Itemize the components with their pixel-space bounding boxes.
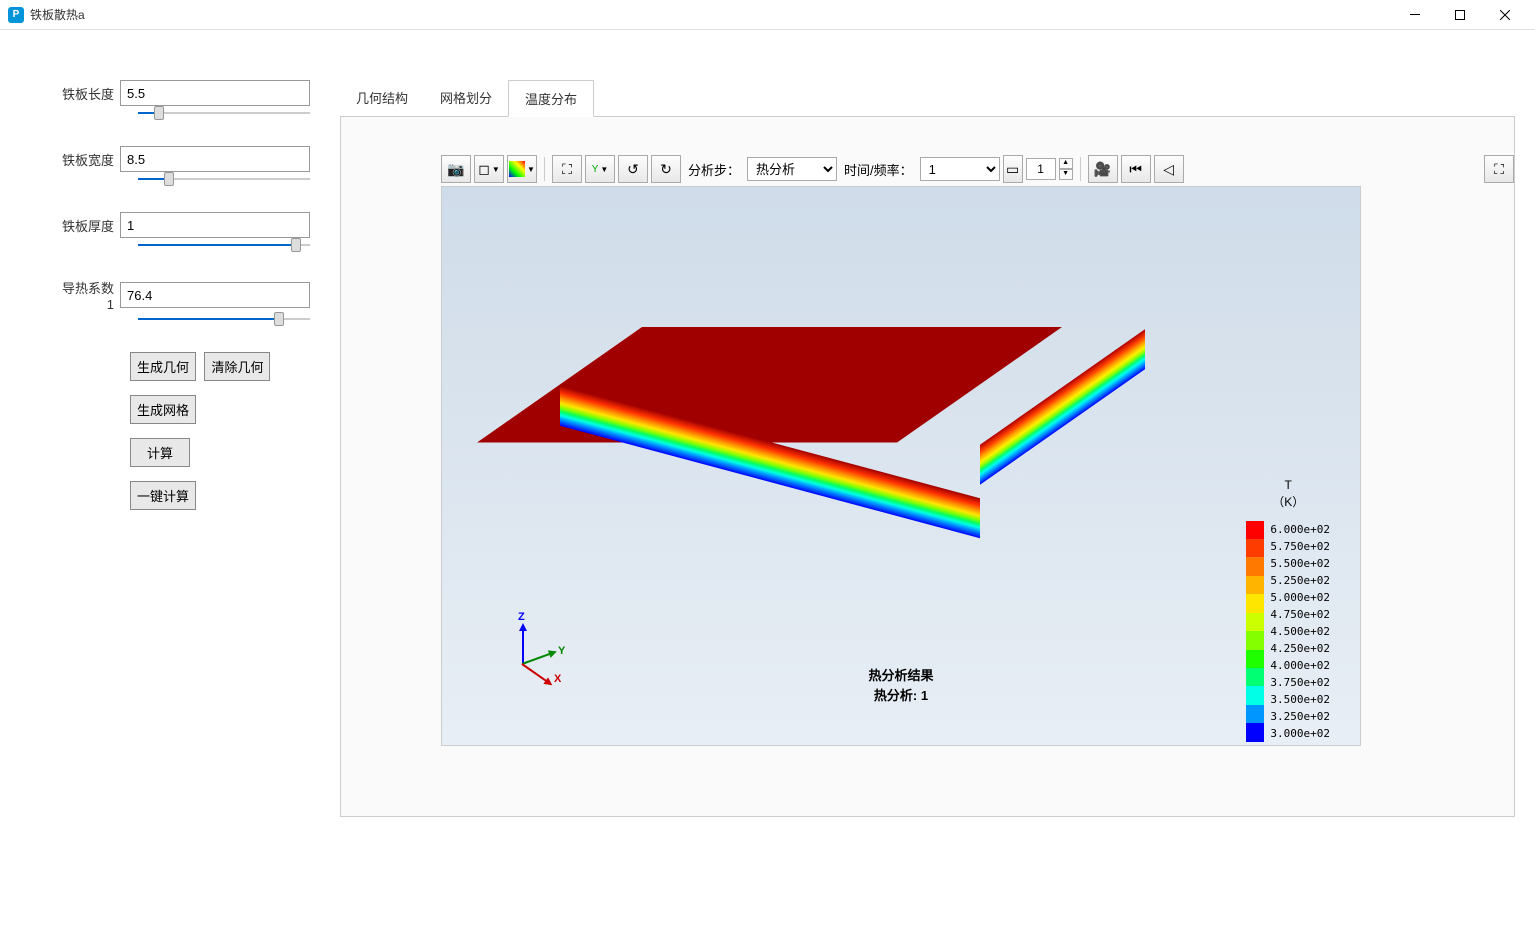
- minimize-button[interactable]: [1392, 0, 1437, 30]
- length-slider[interactable]: [138, 110, 310, 116]
- rotate-ccw-icon[interactable]: ↺: [618, 155, 648, 183]
- clear-geometry-button[interactable]: 清除几何: [204, 352, 270, 381]
- width-input[interactable]: [120, 146, 310, 172]
- viz-canvas[interactable]: Z Y X 热分析结果 热分析: 1 T （K） 6.000e+025.750e: [441, 186, 1361, 746]
- close-button[interactable]: [1482, 0, 1527, 30]
- analysis-step-select[interactable]: 热分析: [747, 157, 837, 181]
- viz-toolbar: 📷 ◻▼ ▼ ⛶ Y▼ ↺ ↻ 分析步： 热分析 时间/频率： 1 ▭ ▲ ▼: [441, 152, 1514, 186]
- legend-value: 5.000e+02: [1270, 589, 1330, 606]
- thickness-label: 铁板厚度: [60, 216, 120, 235]
- legend-value: 6.000e+02: [1270, 521, 1330, 538]
- tab-mesh[interactable]: 网格划分: [424, 80, 508, 116]
- legend-color-swatch: [1246, 705, 1264, 723]
- legend-color-swatch: [1246, 594, 1264, 612]
- fit-view-icon[interactable]: ⛶: [552, 155, 582, 183]
- legend-value: 4.250e+02: [1270, 640, 1330, 657]
- legend-value: 5.250e+02: [1270, 572, 1330, 589]
- legend-color-swatch: [1246, 521, 1264, 539]
- length-label: 铁板长度: [60, 84, 120, 103]
- legend-color-swatch: [1246, 613, 1264, 631]
- legend-color-swatch: [1246, 539, 1264, 557]
- camera-icon[interactable]: 📷: [441, 155, 471, 183]
- thickness-slider[interactable]: [138, 242, 310, 248]
- width-slider[interactable]: [138, 176, 310, 182]
- legend-value: 5.500e+02: [1270, 555, 1330, 572]
- tab-geometry[interactable]: 几何结构: [340, 80, 424, 116]
- axis-orient-icon[interactable]: Y▼: [585, 155, 615, 183]
- loop-toggle-icon[interactable]: ▭: [1003, 155, 1023, 183]
- generate-mesh-button[interactable]: 生成网格: [130, 395, 196, 424]
- legend-value: 4.500e+02: [1270, 623, 1330, 640]
- play-back-icon[interactable]: ◁: [1154, 155, 1184, 183]
- legend-value: 5.750e+02: [1270, 538, 1330, 555]
- color-legend: T （K） 6.000e+025.750e+025.500e+025.250e+…: [1246, 477, 1330, 742]
- skip-start-icon[interactable]: ⏮: [1121, 155, 1151, 183]
- rotate-cw-icon[interactable]: ↻: [651, 155, 681, 183]
- colormap-icon[interactable]: ▼: [507, 155, 537, 183]
- legend-color-swatch: [1246, 686, 1264, 704]
- title-bar: P 铁板散热a: [0, 0, 1535, 30]
- time-freq-label: 时间/频率：: [840, 160, 917, 179]
- legend-value: 4.750e+02: [1270, 606, 1330, 623]
- legend-color-swatch: [1246, 557, 1264, 575]
- generate-geometry-button[interactable]: 生成几何: [130, 352, 196, 381]
- maximize-button[interactable]: [1437, 0, 1482, 30]
- axis-gizmo: Z Y X: [502, 625, 562, 685]
- legend-color-swatch: [1246, 650, 1264, 668]
- tabs: 几何结构 网格划分 温度分布: [340, 80, 1515, 117]
- window-title: 铁板散热a: [30, 6, 85, 23]
- legend-value: 3.000e+02: [1270, 725, 1330, 742]
- parameters-sidebar: 铁板长度 铁板宽度 铁板厚度 导热系数1 生成几何: [0, 30, 340, 950]
- result-caption: 热分析结果 热分析: 1: [868, 666, 933, 705]
- thickness-input[interactable]: [120, 212, 310, 238]
- video-camera-icon[interactable]: 🎥: [1088, 155, 1118, 183]
- legend-color-swatch: [1246, 631, 1264, 649]
- analysis-step-label: 分析步：: [684, 160, 744, 179]
- visualization-panel: 📷 ◻▼ ▼ ⛶ Y▼ ↺ ↻ 分析步： 热分析 时间/频率： 1 ▭ ▲ ▼: [340, 117, 1515, 817]
- conductivity-slider[interactable]: [138, 316, 310, 322]
- cube-view-icon[interactable]: ◻▼: [474, 155, 504, 183]
- frame-spinner[interactable]: [1026, 158, 1056, 180]
- legend-value: 3.250e+02: [1270, 708, 1330, 725]
- legend-value: 4.000e+02: [1270, 657, 1330, 674]
- spinner-down-icon[interactable]: ▼: [1059, 169, 1073, 180]
- conductivity-input[interactable]: [120, 282, 310, 308]
- conductivity-label: 导热系数1: [60, 278, 120, 312]
- length-input[interactable]: [120, 80, 310, 106]
- main-area: 几何结构 网格划分 温度分布 📷 ◻▼ ▼ ⛶ Y▼ ↺ ↻ 分析步： 热分析 …: [340, 30, 1535, 950]
- app-icon: P: [8, 7, 24, 23]
- spinner-up-icon[interactable]: ▲: [1059, 158, 1073, 169]
- one-click-compute-button[interactable]: 一键计算: [130, 481, 196, 510]
- legend-value: 3.500e+02: [1270, 691, 1330, 708]
- legend-color-swatch: [1246, 723, 1264, 741]
- width-label: 铁板宽度: [60, 150, 120, 169]
- compute-button[interactable]: 计算: [130, 438, 190, 467]
- fullscreen-icon[interactable]: ⛶: [1484, 155, 1514, 183]
- tab-temperature[interactable]: 温度分布: [508, 80, 594, 117]
- legend-color-swatch: [1246, 576, 1264, 594]
- time-freq-select[interactable]: 1: [920, 157, 1000, 181]
- legend-color-swatch: [1246, 668, 1264, 686]
- legend-value: 3.750e+02: [1270, 674, 1330, 691]
